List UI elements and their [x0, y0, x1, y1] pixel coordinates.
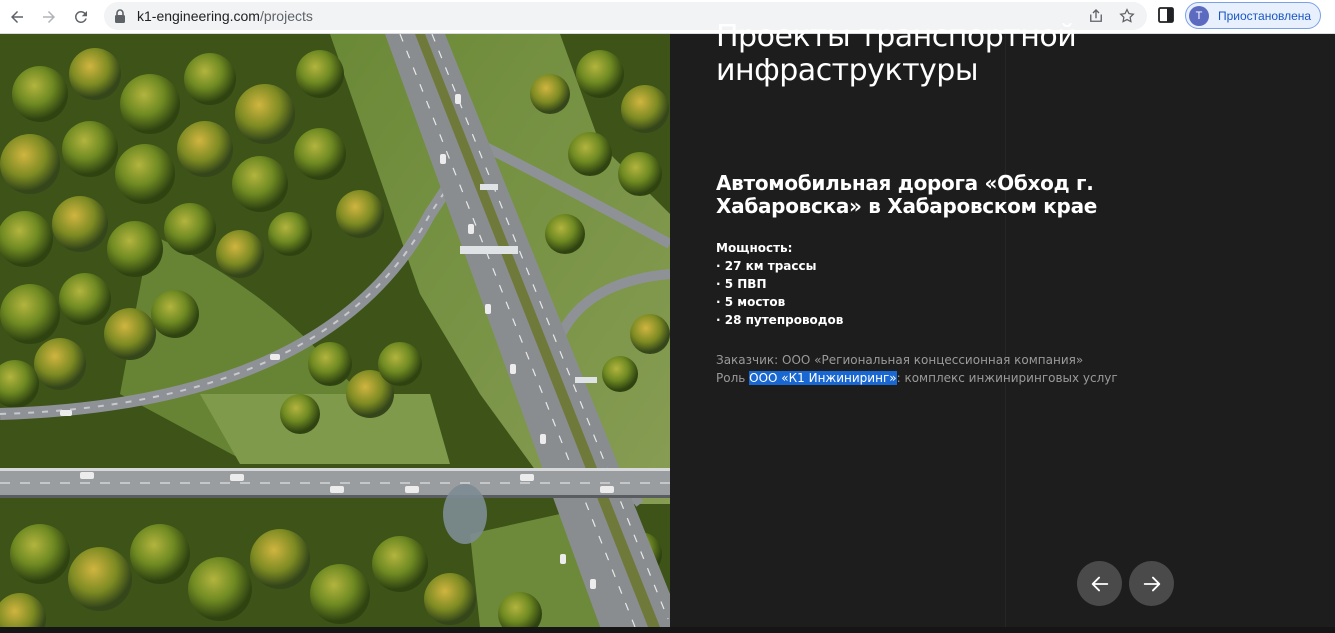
url-path: /projects — [259, 8, 313, 24]
url-domain: k1-engineering.com — [137, 8, 260, 24]
forward-button[interactable] — [37, 5, 61, 29]
capacity-list: · 27 км трассы · 5 ПВП · 5 мостов · 28 п… — [716, 257, 843, 329]
list-item: · 5 мостов — [716, 295, 786, 309]
role-company-selected: ООО «К1 Инжиниринг» — [749, 371, 897, 385]
back-button[interactable] — [5, 5, 29, 29]
highway-interchange-image — [0, 34, 670, 627]
profile-button[interactable]: Т Приостановлена — [1185, 2, 1321, 29]
bottom-strip — [0, 627, 1335, 633]
next-slide-button[interactable] — [1129, 561, 1174, 606]
prev-slide-button[interactable] — [1077, 561, 1122, 606]
capacity-label: Мощность: — [716, 241, 793, 255]
arrow-right-icon — [43, 11, 55, 23]
role-suffix: : комплекс инжиниринговых услуг — [896, 371, 1118, 385]
list-item: · 28 путепроводов — [716, 313, 844, 327]
grid-divider — [1005, 34, 1006, 633]
role-prefix: Роль — [716, 371, 750, 385]
reload-icon — [74, 10, 87, 23]
client-text: Заказчик: ООО «Региональная концессионна… — [716, 353, 1084, 367]
list-item: · 5 ПВП — [716, 277, 767, 291]
arrow-left-icon — [11, 11, 23, 23]
project-title: Автомобильная дорога «Обход г. Хабаровск… — [716, 171, 1098, 218]
role-text: Роль ООО «К1 Инжиниринг»: комплекс инжин… — [716, 369, 1118, 387]
section-title: Проекты транспортной инфраструктуры — [716, 19, 1077, 88]
project-photo — [0, 34, 670, 627]
list-item: · 27 км трассы — [716, 259, 817, 273]
url-text[interactable]: k1-engineering.com/projects — [137, 8, 313, 24]
avatar: Т — [1189, 6, 1209, 26]
lock-icon — [115, 9, 125, 23]
arrow-left-icon — [1091, 576, 1108, 591]
page-content: Проекты транспортной инфраструктуры Авто… — [0, 20, 1335, 633]
profile-status-label: Приостановлена — [1218, 9, 1312, 23]
arrow-right-icon — [1143, 576, 1160, 591]
side-panel-icon[interactable] — [1158, 7, 1174, 23]
reload-button[interactable] — [69, 5, 93, 29]
